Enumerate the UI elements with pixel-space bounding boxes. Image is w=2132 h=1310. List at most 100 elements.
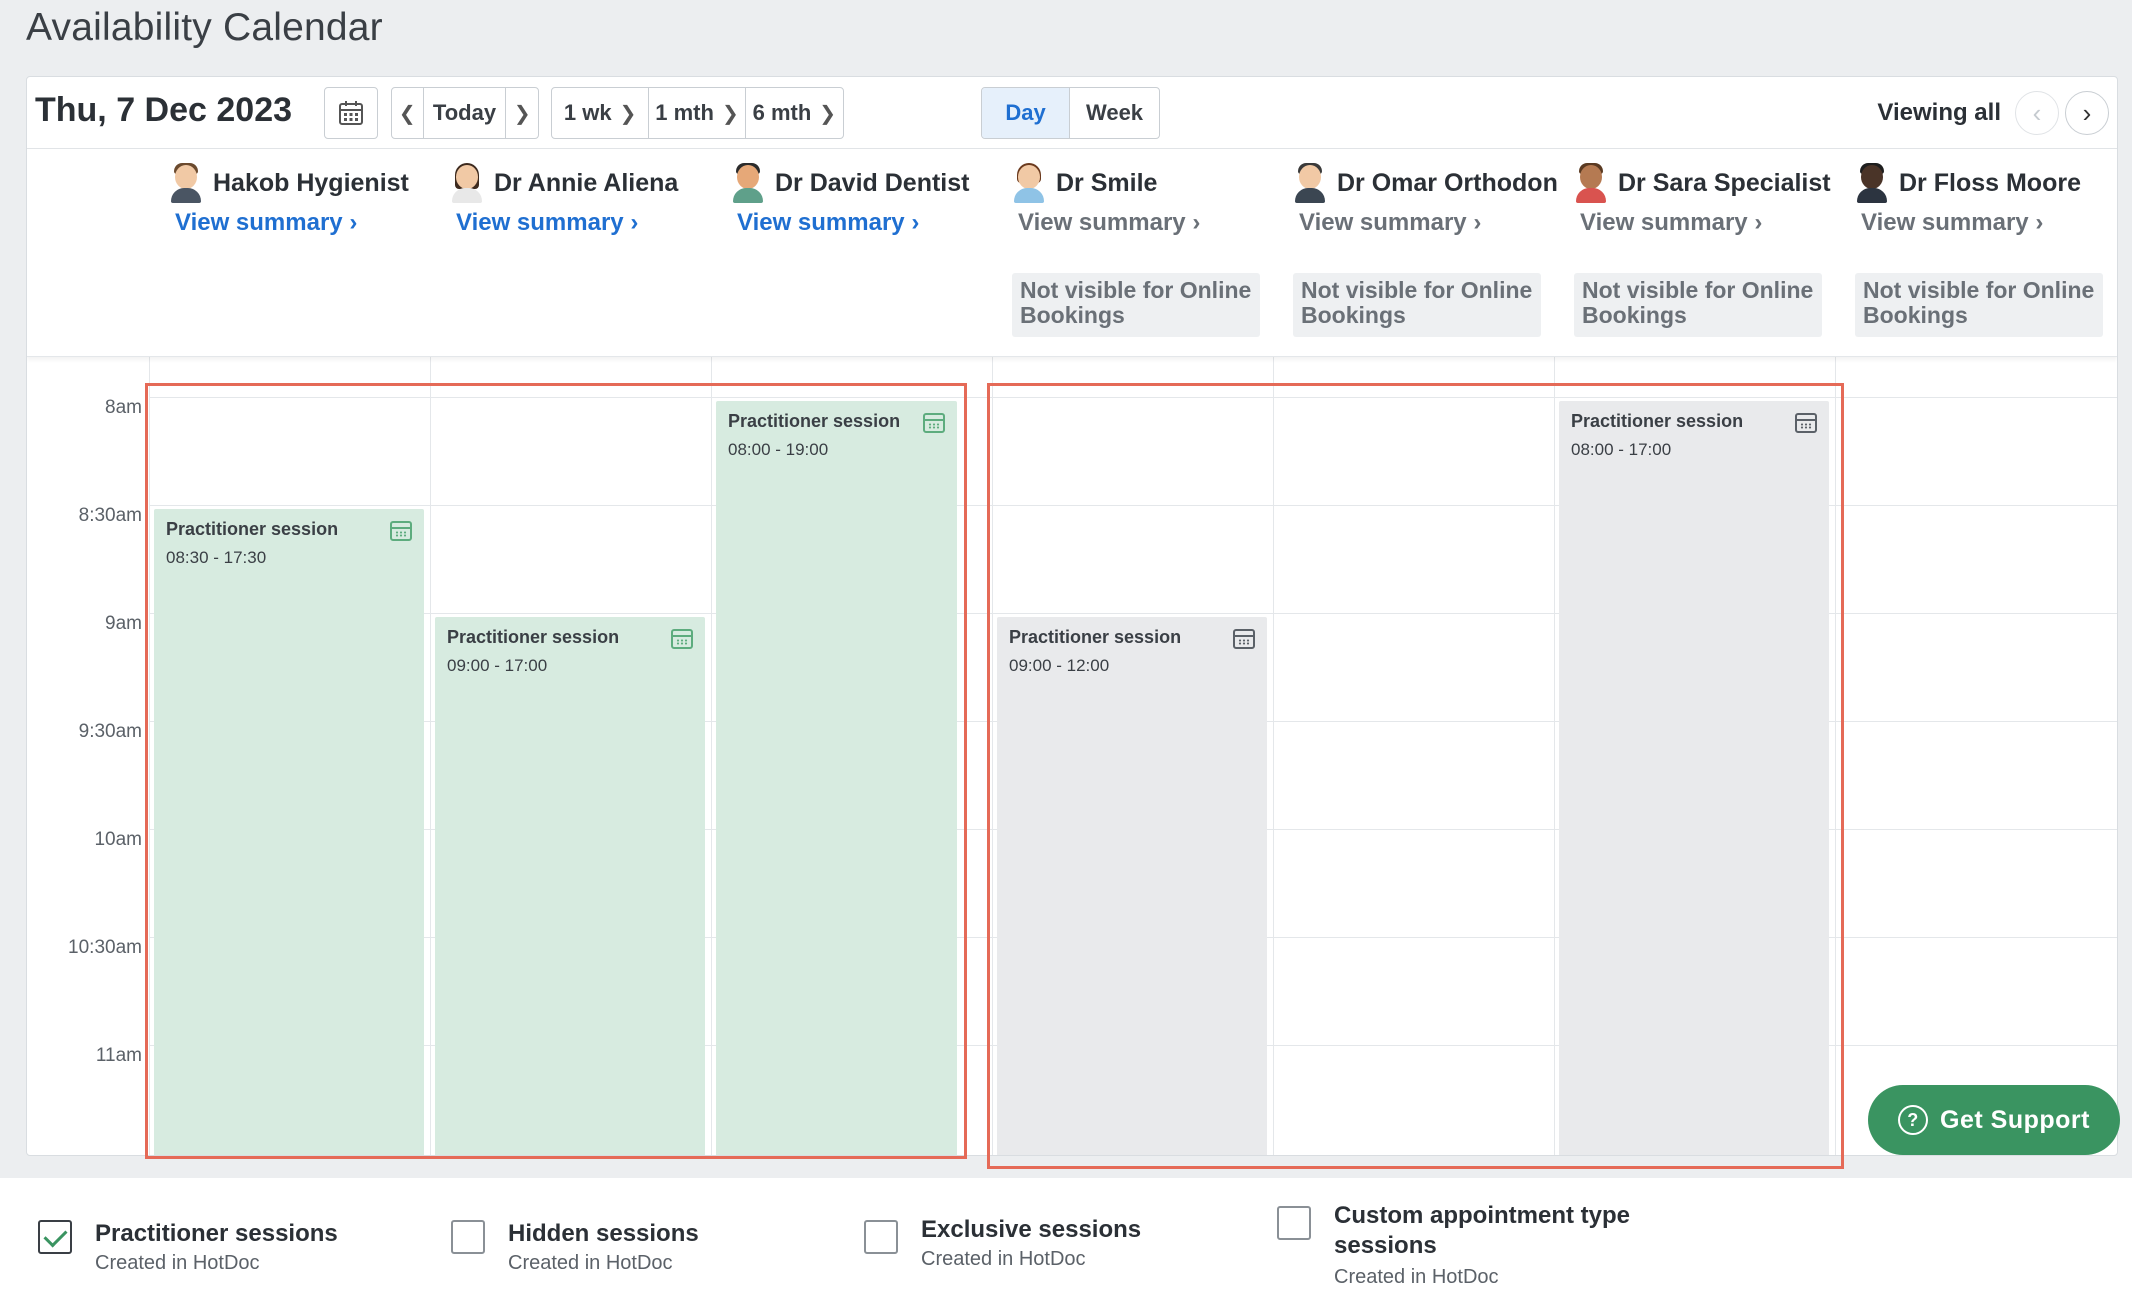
chevron-right-icon: ❯: [513, 102, 531, 125]
chevron-right-icon: ›: [349, 209, 358, 236]
get-support-button[interactable]: ? Get Support: [1868, 1085, 2120, 1155]
time-label: 9am: [105, 613, 142, 634]
previous-practitioners-button[interactable]: ‹: [2015, 91, 2059, 135]
not-visible-badge: Not visible for Online Bookings: [1855, 273, 2103, 337]
view-summary-label: View summary: [737, 209, 905, 236]
view-summary-link[interactable]: View summary ›: [1299, 209, 1481, 237]
time-label: 10:30am: [68, 937, 142, 958]
avatar: [1574, 163, 1608, 203]
time-label: 9:30am: [78, 721, 142, 742]
hidden-sessions-checkbox[interactable]: [451, 1220, 485, 1254]
chevron-right-icon: ›: [1754, 209, 1763, 236]
view-summary-label: View summary: [1861, 209, 2029, 236]
time-label: 10am: [94, 829, 142, 850]
custom-appointment-sessions-checkbox[interactable]: [1277, 1206, 1311, 1240]
jump-1-week-button[interactable]: 1 wk ❯: [552, 88, 650, 138]
not-visible-badge: Not visible for Online Bookings: [1012, 273, 1260, 337]
chevron-right-icon: ❯: [819, 102, 837, 125]
not-visible-badge: Not visible for Online Bookings: [1574, 273, 1822, 337]
jump-6-month-label: 6 mth: [752, 100, 812, 125]
practitioner-header: Hakob Hygienist View summary › Dr Annie …: [27, 149, 2117, 357]
view-summary-link[interactable]: View summary ›: [737, 209, 919, 237]
chevron-right-icon: ›: [1192, 209, 1201, 236]
calendar-icon: [339, 101, 363, 125]
help-icon: ?: [1898, 1105, 1929, 1135]
jump-1-week-label: 1 wk: [563, 100, 612, 125]
practitioner-name: Dr Floss Moore: [1899, 168, 2081, 197]
legend-subtitle: Created in HotDoc: [95, 1252, 260, 1274]
legend-title: Hidden sessions: [508, 1220, 699, 1247]
view-summary-link[interactable]: View summary ›: [1861, 209, 2043, 237]
avatar: [1012, 163, 1046, 203]
practitioner-column-header: Dr Floss Moore View summary › Not visibl…: [1835, 149, 2116, 357]
calendar-toolbar: Thu, 7 Dec 2023 ❮ Today ❯ 1 wk ❯ 1 mth ❯ 6…: [27, 77, 2117, 149]
current-date: Thu, 7 Dec 2023: [35, 91, 293, 129]
legend-subtitle: Created in HotDoc: [508, 1252, 673, 1274]
chevron-right-icon: ❯: [721, 102, 739, 125]
not-visible-badge: Not visible for Online Bookings: [1293, 273, 1541, 337]
legend-title-continued: sessions: [1334, 1232, 1437, 1259]
practitioner-name: Dr Annie Aliena: [494, 168, 679, 197]
exclusive-sessions-checkbox[interactable]: [864, 1220, 898, 1254]
practitioner-name: Dr Sara Specialist: [1618, 168, 1831, 197]
get-support-label: Get Support: [1940, 1105, 2090, 1134]
practitioner-name: Dr David Dentist: [775, 168, 970, 197]
next-day-button[interactable]: ❯: [506, 88, 538, 138]
next-practitioners-button[interactable]: ›: [2065, 91, 2109, 135]
avatar: [1855, 163, 1889, 203]
chevron-right-icon: ›: [911, 209, 920, 236]
hidden-sessions-highlight: [987, 383, 1844, 1169]
chevron-right-icon: ›: [2035, 209, 2044, 236]
jump-1-month-button[interactable]: 1 mth ❯: [649, 88, 746, 138]
legend-title: Practitioner sessions: [95, 1220, 338, 1247]
view-summary-link[interactable]: View summary ›: [175, 209, 357, 237]
legend-subtitle: Created in HotDoc: [921, 1248, 1086, 1270]
avatar: [1293, 163, 1327, 203]
practitioner-name: Hakob Hygienist: [213, 168, 409, 197]
day-view-button[interactable]: Day: [982, 88, 1071, 138]
view-summary-label: View summary: [456, 209, 624, 236]
chevron-left-icon: ‹: [2032, 97, 2042, 128]
view-summary-label: View summary: [1580, 209, 1748, 236]
view-summary-label: View summary: [175, 209, 343, 236]
view-summary-label: View summary: [1018, 209, 1186, 236]
avatar: [731, 163, 765, 203]
practitioner-column-header: Dr David Dentist View summary ›: [711, 149, 992, 357]
chevron-right-icon: ❯: [619, 102, 637, 125]
time-label: 8:30am: [78, 505, 142, 526]
practitioner-name: Dr Smile: [1056, 168, 1158, 197]
avatar: [450, 163, 484, 203]
view-summary-link[interactable]: View summary ›: [1018, 209, 1200, 237]
view-summary-label: View summary: [1299, 209, 1467, 236]
jump-1-month-label: 1 mth: [655, 100, 714, 125]
date-picker-button[interactable]: [324, 87, 378, 139]
time-label: 8am: [105, 397, 142, 418]
practitioner-column-header: Hakob Hygienist View summary ›: [149, 149, 430, 357]
visible-sessions-highlight: [145, 383, 967, 1159]
practitioner-column-header: Dr Annie Aliena View summary ›: [430, 149, 711, 357]
view-mode-toggle: Day Week: [981, 87, 1160, 139]
practitioner-sessions-checkbox[interactable]: [38, 1220, 72, 1254]
practitioner-column-header: Dr Sara Specialist View summary › Not vi…: [1554, 149, 1835, 357]
chevron-right-icon: ›: [630, 209, 639, 236]
jump-6-month-button[interactable]: 6 mth ❯: [746, 88, 843, 138]
jump-range-group: 1 wk ❯ 1 mth ❯ 6 mth ❯: [551, 87, 844, 139]
chevron-right-icon: ›: [1473, 209, 1482, 236]
legend-subtitle: Created in HotDoc: [1334, 1266, 1499, 1288]
week-view-button[interactable]: Week: [1070, 88, 1159, 138]
view-summary-link[interactable]: View summary ›: [456, 209, 638, 237]
view-summary-link[interactable]: View summary ›: [1580, 209, 1762, 237]
practitioner-name: Dr Omar Orthodon: [1337, 168, 1558, 197]
practitioner-column-header: Dr Omar Orthodon View summary › Not visi…: [1273, 149, 1558, 357]
legend-title: Custom appointment type: [1334, 1202, 1631, 1229]
time-label: 11am: [95, 1045, 142, 1066]
today-button[interactable]: Today: [424, 88, 507, 138]
today-nav-group: ❮ Today ❯: [391, 87, 539, 139]
practitioner-column-header: Dr Smile View summary › Not visible for …: [992, 149, 1273, 357]
session-legend: Practitioner sessions Created in HotDoc …: [0, 1178, 2132, 1310]
page-title: Availability Calendar: [26, 6, 383, 49]
viewing-all-label: Viewing all: [1877, 99, 2001, 126]
avatar: [169, 163, 203, 203]
chevron-right-icon: ›: [2082, 97, 2092, 128]
previous-day-button[interactable]: ❮: [392, 88, 424, 138]
